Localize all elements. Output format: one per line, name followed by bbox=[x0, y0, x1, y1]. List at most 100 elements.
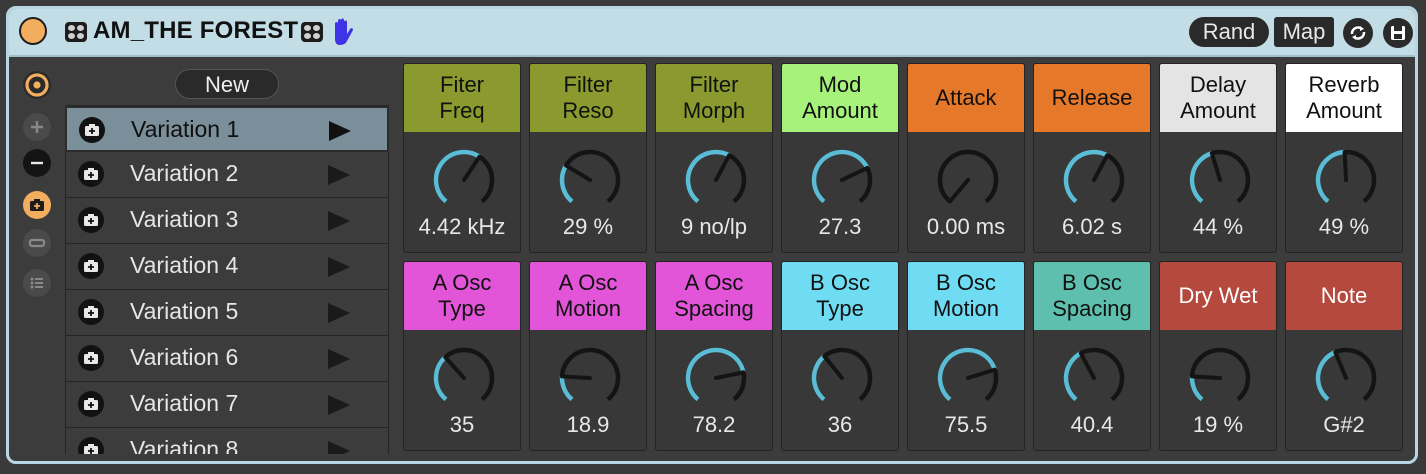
variation-list[interactable]: Variation 1 Variation 2 Variation 3 Variati… bbox=[65, 105, 389, 454]
macro-cell: A Osc Motion 18.9 bbox=[529, 261, 647, 451]
macro-label[interactable]: B Osc Type bbox=[782, 262, 898, 330]
device-power-button[interactable] bbox=[19, 17, 47, 45]
macro-knob[interactable] bbox=[806, 144, 878, 216]
device-rack: AM_THE FOREST Rand Map New Variation 1 V… bbox=[6, 6, 1418, 464]
camera-icon[interactable] bbox=[78, 391, 104, 417]
macro-cell: A Osc Spacing 78.2 bbox=[655, 261, 773, 451]
macro-label[interactable]: A Osc Type bbox=[404, 262, 520, 330]
camera-icon[interactable] bbox=[78, 299, 104, 325]
macro-value: 18.9 bbox=[566, 412, 610, 437]
macro-cell: Release 6.02 s bbox=[1033, 63, 1151, 253]
play-icon[interactable] bbox=[326, 348, 352, 370]
macro-value: 4.42 kHz bbox=[418, 214, 506, 239]
play-icon[interactable] bbox=[326, 210, 352, 232]
camera-icon[interactable] bbox=[79, 117, 105, 143]
variation-row[interactable]: Variation 2 bbox=[65, 152, 389, 198]
macro-knob[interactable] bbox=[554, 144, 626, 216]
macro-label[interactable]: Mod Amount bbox=[782, 64, 898, 132]
macro-cell: B Osc Spacing 40.4 bbox=[1033, 261, 1151, 451]
macro-knob[interactable] bbox=[680, 144, 752, 216]
macro-grip-icon[interactable] bbox=[301, 22, 323, 42]
variation-row[interactable]: Variation 3 bbox=[65, 198, 389, 244]
variation-row[interactable]: Variation 1 bbox=[65, 106, 389, 152]
camera-icon[interactable] bbox=[78, 437, 104, 454]
recall-icon[interactable] bbox=[23, 229, 51, 257]
device-grip-icon[interactable] bbox=[65, 22, 87, 42]
camera-add-icon[interactable] bbox=[23, 191, 51, 219]
device-title-bar: AM_THE FOREST Rand Map bbox=[9, 9, 1415, 57]
hot-swap-icon[interactable] bbox=[1343, 18, 1373, 48]
macro-cell: Filter Reso 29 % bbox=[529, 63, 647, 253]
macro-knob[interactable] bbox=[1184, 144, 1256, 216]
macro-value: 49 % bbox=[1318, 214, 1370, 239]
macro-value: 36 bbox=[827, 412, 853, 437]
macro-knob[interactable] bbox=[1310, 144, 1382, 216]
macro-knob[interactable] bbox=[1184, 342, 1256, 414]
macro-knob[interactable] bbox=[428, 342, 500, 414]
macro-value: G#2 bbox=[1323, 412, 1365, 437]
macro-value: 35 bbox=[449, 412, 475, 437]
variation-row[interactable]: Variation 4 bbox=[65, 244, 389, 290]
macro-label[interactable]: Attack bbox=[908, 64, 1024, 132]
macro-cell: Reverb Amount 49 % bbox=[1285, 63, 1403, 253]
play-icon[interactable] bbox=[326, 302, 352, 324]
macro-label[interactable]: Fiter Freq bbox=[404, 64, 520, 132]
macro-label[interactable]: Release bbox=[1034, 64, 1150, 132]
save-preset-icon[interactable] bbox=[1383, 18, 1413, 48]
play-icon[interactable] bbox=[326, 394, 352, 416]
variation-row[interactable]: Variation 8 bbox=[65, 428, 389, 454]
macro-value: 75.5 bbox=[944, 412, 988, 437]
macro-label[interactable]: Dry Wet bbox=[1160, 262, 1276, 330]
macro-label[interactable]: Reverb Amount bbox=[1286, 64, 1402, 132]
macro-knob[interactable] bbox=[1058, 144, 1130, 216]
macro-knob[interactable] bbox=[932, 342, 1004, 414]
map-button[interactable]: Map bbox=[1274, 17, 1334, 47]
camera-icon[interactable] bbox=[78, 161, 104, 187]
play-icon[interactable] bbox=[326, 440, 352, 454]
macro-value: 78.2 bbox=[692, 412, 736, 437]
macro-label[interactable]: B Osc Spacing bbox=[1034, 262, 1150, 330]
macro-knob[interactable] bbox=[932, 144, 1004, 216]
device-body: New Variation 1 Variation 2 Variation 3 Var… bbox=[9, 57, 1415, 461]
macro-cell: Filter Morph 9 no/lp bbox=[655, 63, 773, 253]
play-icon[interactable] bbox=[327, 120, 353, 142]
macro-label[interactable]: Delay Amount bbox=[1160, 64, 1276, 132]
hand-icon[interactable] bbox=[327, 17, 357, 47]
camera-icon[interactable] bbox=[78, 253, 104, 279]
macro-value: 19 % bbox=[1192, 412, 1244, 437]
macro-label[interactable]: Note bbox=[1286, 262, 1402, 330]
macro-logo-icon[interactable] bbox=[23, 71, 51, 99]
macro-value: 27.3 bbox=[818, 214, 862, 239]
variation-row[interactable]: Variation 5 bbox=[65, 290, 389, 336]
camera-icon[interactable] bbox=[78, 207, 104, 233]
macro-knob[interactable] bbox=[1058, 342, 1130, 414]
variation-label: Variation 7 bbox=[130, 390, 239, 416]
play-icon[interactable] bbox=[326, 164, 352, 186]
macro-label[interactable]: B Osc Motion bbox=[908, 262, 1024, 330]
variation-row[interactable]: Variation 6 bbox=[65, 336, 389, 382]
list-icon[interactable] bbox=[23, 269, 51, 297]
macro-label[interactable]: A Osc Motion bbox=[530, 262, 646, 330]
variation-label: Variation 4 bbox=[130, 252, 239, 278]
camera-icon[interactable] bbox=[78, 345, 104, 371]
macro-label[interactable]: Filter Morph bbox=[656, 64, 772, 132]
plus-icon[interactable] bbox=[23, 113, 51, 141]
macro-value: 29 % bbox=[562, 214, 614, 239]
variation-label: Variation 5 bbox=[130, 298, 239, 324]
variation-row[interactable]: Variation 7 bbox=[65, 382, 389, 428]
macro-cell: B Osc Motion 75.5 bbox=[907, 261, 1025, 451]
macro-knob[interactable] bbox=[680, 342, 752, 414]
macro-value: 0.00 ms bbox=[926, 214, 1006, 239]
play-icon[interactable] bbox=[326, 256, 352, 278]
macro-knob[interactable] bbox=[806, 342, 878, 414]
macro-value: 44 % bbox=[1192, 214, 1244, 239]
macro-knob[interactable] bbox=[428, 144, 500, 216]
new-variation-button[interactable]: New bbox=[175, 69, 279, 99]
macro-knob[interactable] bbox=[1310, 342, 1382, 414]
macro-label[interactable]: Filter Reso bbox=[530, 64, 646, 132]
rand-button[interactable]: Rand bbox=[1189, 17, 1269, 47]
minus-icon[interactable] bbox=[23, 149, 51, 177]
macro-knob[interactable] bbox=[554, 342, 626, 414]
variation-label: Variation 8 bbox=[130, 436, 239, 454]
macro-label[interactable]: A Osc Spacing bbox=[656, 262, 772, 330]
